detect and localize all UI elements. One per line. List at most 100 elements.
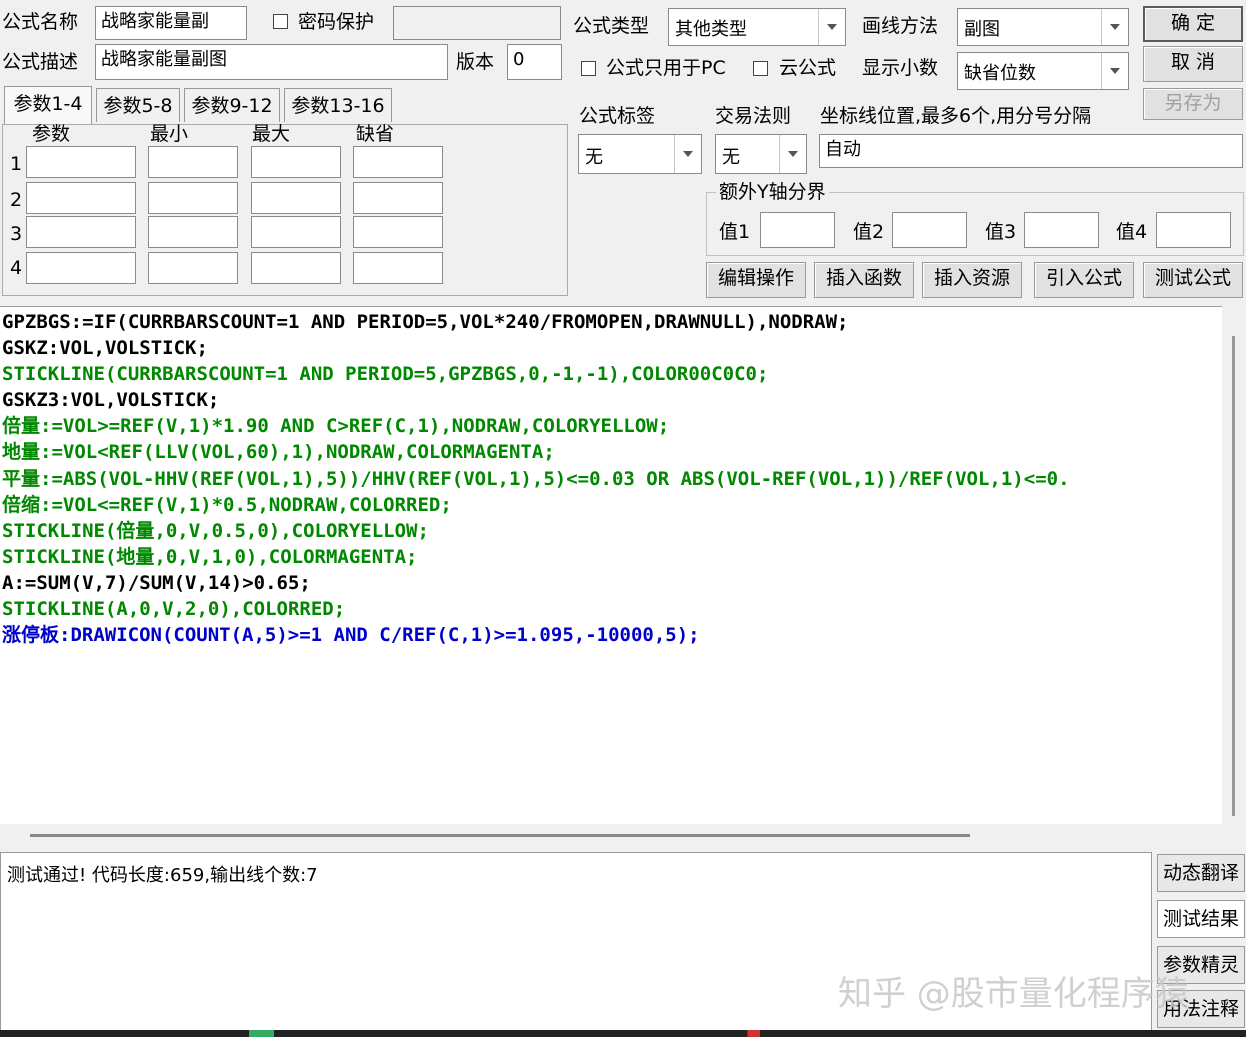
chevron-down-icon[interactable] [1101,9,1128,45]
chevron-down-icon[interactable] [674,135,701,173]
param-2-min[interactable] [148,182,238,214]
save-as-button[interactable]: 另存为 [1143,88,1243,120]
coord-line-input[interactable]: 自动 [819,134,1243,168]
param-row-index: 4 [10,257,23,279]
param-3-default[interactable] [353,216,443,248]
param-header-name: 参数 [32,123,71,145]
watermark: 知乎 @股市量化程序猿 [838,974,1189,1014]
code-line: 倍缩:=VOL<=REF(V,1)*0.5,NODRAW,COLORRED; [2,493,452,516]
pc-only-checkbox[interactable] [581,61,596,76]
param-1-name[interactable] [26,146,136,178]
formula-desc-label: 公式描述 [2,51,79,73]
param-1-min[interactable] [148,146,238,178]
trade-rule-label: 交易法则 [715,105,792,127]
code-vertical-scrollbar[interactable] [1222,306,1246,824]
cancel-button[interactable]: 取 消 [1143,46,1243,82]
chevron-down-icon[interactable] [818,9,845,45]
param-header-default: 缺省 [356,123,395,145]
param-2-max[interactable] [251,182,341,214]
password-label: 密码保护 [298,11,375,33]
tab-params-9-12[interactable]: 参数9-12 [184,88,280,122]
param-4-max[interactable] [251,252,341,284]
code-editor[interactable]: GPZBGS:=IF(CURRBARSCOUNT=1 AND PERIOD=5,… [0,306,1222,825]
param-header-max: 最大 [252,123,291,145]
cloud-label: 云公式 [779,57,837,79]
chevron-down-icon[interactable] [779,135,806,173]
trade-rule-select[interactable]: 无 [715,134,807,174]
code-line: GPZBGS:=IF(CURRBARSCOUNT=1 AND PERIOD=5,… [2,311,849,333]
tab-dynamic-translate[interactable]: 动态翻译 [1157,854,1245,892]
formula-tag-value: 无 [585,147,603,168]
formula-name-label: 公式名称 [2,11,79,33]
decimal-value: 缺省位数 [964,63,1036,84]
test-formula-button[interactable]: 测试公式 [1143,262,1243,298]
formula-tag-select[interactable]: 无 [578,134,702,174]
formula-type-value: 其他类型 [675,19,747,40]
code-line: 倍量:=VOL>=REF(V,1)*1.90 AND C>REF(C,1),NO… [2,415,670,438]
scroll-thumb[interactable] [1232,336,1235,816]
decimal-select[interactable]: 缺省位数 [957,52,1129,90]
tab-params-13-16[interactable]: 参数13-16 [284,88,392,122]
code-line: STICKLINE(地量,0,V,1,0),COLORMAGENTA; [2,545,418,568]
tab-params-1-4[interactable]: 参数1-4 [4,86,92,124]
insert-resource-button[interactable]: 插入资源 [922,262,1022,298]
y1-label: 值1 [719,221,751,243]
insert-function-button[interactable]: 插入函数 [814,262,914,298]
param-row-index: 2 [10,189,23,211]
param-3-min[interactable] [148,216,238,248]
password-input[interactable] [393,6,561,40]
y2-label: 值2 [853,221,885,243]
tab-test-result[interactable]: 测试结果 [1157,900,1245,938]
edit-ops-button[interactable]: 编辑操作 [706,262,806,298]
pc-only-label: 公式只用于PC [606,57,726,79]
code-line: STICKLINE(A,0,V,2,0),COLORRED; [2,598,346,621]
formula-type-select[interactable]: 其他类型 [668,8,846,46]
password-checkbox[interactable] [273,14,288,29]
coord-line-label: 坐标线位置,最多6个,用分号分隔 [820,105,1092,127]
code-line: GSKZ:VOL,VOLSTICK; [2,337,208,360]
formula-desc-input[interactable]: 战略家能量副图 [95,44,448,80]
param-row-index: 1 [10,153,23,175]
test-result-message: 测试通过! 代码长度:659,输出线个数:7 [7,865,318,886]
code-line: STICKLINE(CURRBARSCOUNT=1 AND PERIOD=5,G… [2,363,769,386]
code-line: GSKZ3:VOL,VOLSTICK; [2,389,220,412]
y1-input[interactable] [760,212,835,248]
param-4-min[interactable] [148,252,238,284]
draw-method-select[interactable]: 副图 [957,8,1129,46]
draw-method-value: 副图 [964,19,1000,40]
param-3-max[interactable] [251,216,341,248]
param-3-name[interactable] [26,216,136,248]
code-line: 地量:=VOL<REF(LLV(VOL,60),1),NODRAW,COLORM… [2,441,555,464]
ok-button[interactable]: 确 定 [1143,6,1243,42]
version-label: 版本 [456,51,495,73]
param-2-name[interactable] [26,182,136,214]
param-4-name[interactable] [26,252,136,284]
param-1-default[interactable] [353,146,443,178]
code-horizontal-scrollbar[interactable] [0,824,1246,848]
param-row-index: 3 [10,223,23,245]
code-line: 涨停板:DRAWICON(COUNT(A,5)>=1 AND C/REF(C,1… [2,624,700,647]
formula-type-label: 公式类型 [573,15,650,37]
param-4-default[interactable] [353,252,443,284]
formula-name-input[interactable]: 战略家能量副 [95,6,247,40]
tab-params-5-8[interactable]: 参数5-8 [96,88,180,122]
y3-label: 值3 [985,221,1017,243]
scroll-thumb[interactable] [30,834,970,837]
code-text: GPZBGS:=IF(CURRBARSCOUNT=1 AND PERIOD=5,… [0,307,1222,648]
cloud-checkbox[interactable] [753,61,768,76]
chevron-down-icon[interactable] [1101,53,1128,89]
ybound-label: 额外Y轴分界 [716,180,829,204]
trade-rule-value: 无 [722,147,740,168]
formula-tag-label: 公式标签 [579,105,656,127]
param-1-max[interactable] [251,146,341,178]
code-line: STICKLINE(倍量,0,V,0.5,0),COLORYELLOW; [2,519,429,542]
code-line: 平量:=ABS(VOL-HHV(REF(VOL,1),5))/HHV(REF(V… [2,467,1070,490]
import-formula-button[interactable]: 引入公式 [1034,262,1134,298]
y3-input[interactable] [1024,212,1099,248]
y4-input[interactable] [1156,212,1231,248]
y4-label: 值4 [1116,221,1148,243]
param-2-default[interactable] [353,182,443,214]
version-input[interactable]: 0 [507,44,562,80]
y2-input[interactable] [892,212,967,248]
decimal-label: 显示小数 [862,57,939,79]
